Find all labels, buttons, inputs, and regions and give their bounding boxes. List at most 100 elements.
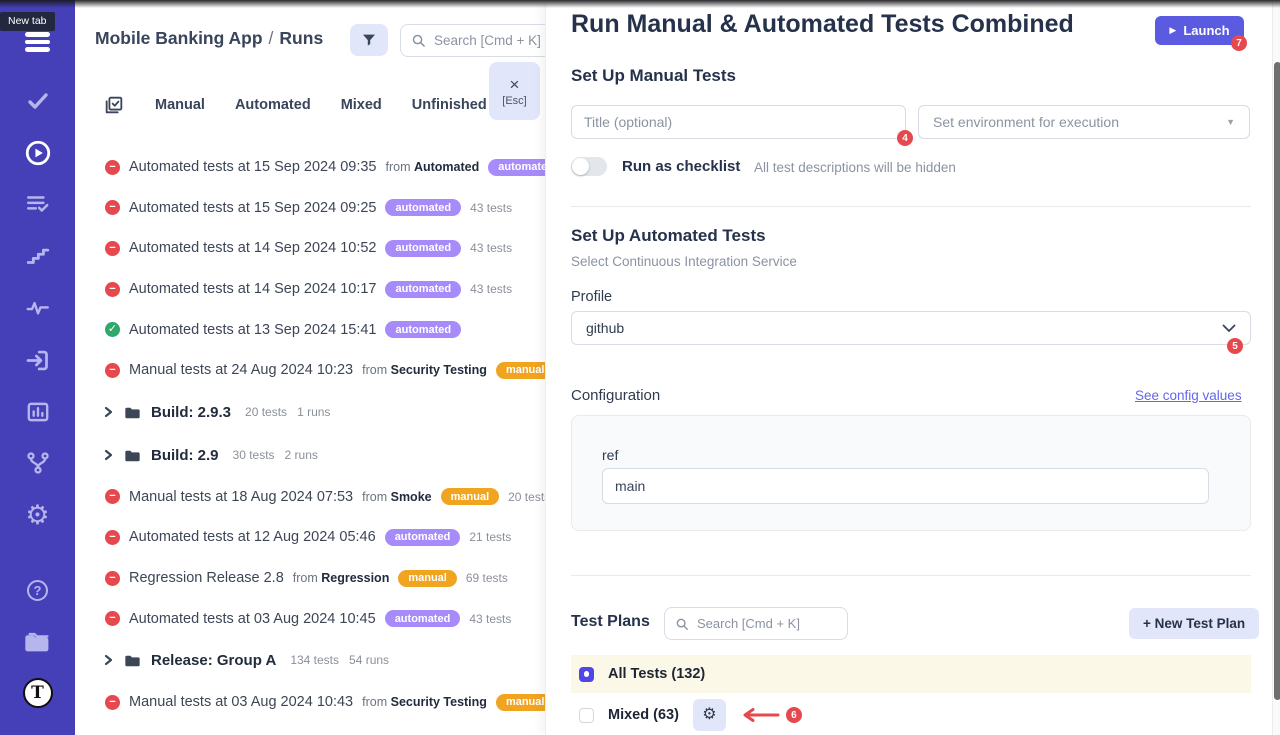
run-title: Manual tests at 03 Aug 2024 10:43 [129,694,353,710]
folder-runs-count: 2 runs [285,448,318,462]
new-tab-tooltip: New tab [0,12,55,31]
configuration-box: ref [571,415,1251,531]
folder-icon [124,653,141,668]
run-title: Automated tests at 03 Aug 2024 10:45 [129,611,376,627]
folder-tests-count: 134 tests [290,653,339,667]
branch-icon[interactable] [0,450,75,476]
run-tests-count: 43 tests [470,282,512,296]
run-title: Manual tests at 24 Aug 2024 10:23 [129,362,353,378]
run-title: Regression Release 2.8 [129,570,284,586]
folder-icon [124,448,141,463]
run-source: from Security Testing [362,695,487,709]
bar-chart-icon[interactable] [0,399,75,425]
run-status-icon: − [105,363,120,378]
gear-icon[interactable]: ⚙ [0,500,75,530]
run-title: Automated tests at 14 Sep 2024 10:17 [129,281,376,297]
test-plans-heading: Test Plans [571,613,650,631]
run-type-badge: automated [385,281,461,298]
tab-unfinished[interactable]: Unfinished [412,97,487,113]
run-source: from Automated [385,160,479,174]
breadcrumb[interactable]: Mobile Banking App /Runs [95,28,323,49]
breadcrumb-project[interactable]: Mobile Banking App [95,28,263,48]
page-scrollbar-thumb[interactable] [1274,62,1280,700]
run-status-icon: − [105,489,120,504]
runs-panel: Mobile Banking App /Runs Manual Automated… [75,0,550,735]
chevron-right-icon[interactable] [103,449,114,461]
test-plans-search-input[interactable] [697,616,827,631]
filter-button[interactable] [350,24,388,56]
run-title: Automated tests at 15 Sep 2024 09:25 [129,200,376,216]
pulse-icon[interactable] [0,296,75,320]
run-status-icon: − [105,160,120,175]
plan-row-all-tests[interactable]: All Tests (132) [571,655,1251,693]
environment-select[interactable]: Set environment for execution ▼ [918,105,1250,139]
all-tests-checkbox[interactable] [579,667,594,682]
run-title-input[interactable] [571,105,906,139]
tab-mixed[interactable]: Mixed [341,97,382,113]
close-icon: × [510,76,520,93]
run-tests-count: 21 tests [469,530,511,544]
folder-name: Release: Group A [151,652,276,669]
sign-in-icon[interactable] [0,347,75,373]
sidebar: New tab ⚙ ? T [0,0,75,735]
testomat-logo[interactable]: T [0,678,75,708]
filter-icon [361,32,377,48]
new-test-plan-button[interactable]: + New Test Plan [1129,608,1259,639]
runs-tabs: Manual Automated Mixed Unfinished [103,94,487,116]
step-badge-7: 7 [1231,35,1247,51]
close-panel-button[interactable]: × [Esc] [489,62,540,120]
run-status-icon: − [105,611,120,626]
divider [571,575,1251,576]
run-tests-count: 20 tests [508,490,550,504]
folder-icon[interactable] [0,627,75,655]
esc-hint: [Esc] [502,95,526,107]
breadcrumb-page: Runs [279,28,323,48]
chevron-right-icon[interactable] [103,406,114,418]
play-circle-icon[interactable] [0,139,75,167]
run-type-badge: automated [385,240,461,257]
launch-drawer: Run Manual & Automated Tests Combined ▶ … [545,0,1272,735]
run-status-icon: − [105,241,120,256]
run-type-badge: manual [398,570,457,587]
drawer-title: Run Manual & Automated Tests Combined [571,10,1074,39]
folder-tests-count: 20 tests [245,405,287,419]
checklist-toggle-hint: All test descriptions will be hidden [754,160,956,175]
step-badge-6: 6 [786,707,802,723]
ci-subtitle: Select Continuous Integration Service [571,254,797,269]
run-status-icon: − [105,530,120,545]
profile-value: github [586,320,624,336]
plan-settings-button[interactable]: ⚙ [693,699,726,731]
test-plans-search[interactable] [664,607,848,640]
see-config-link[interactable]: See config values [1135,388,1242,403]
run-tests-count: 69 tests [466,571,508,585]
checklist-icon[interactable] [103,94,125,116]
search-icon [675,617,689,631]
mixed-checkbox[interactable] [579,708,594,723]
manual-section-heading: Set Up Manual Tests [571,66,736,86]
chevron-right-icon[interactable] [103,654,114,666]
profile-select[interactable]: github [571,311,1251,345]
tab-automated[interactable]: Automated [235,97,311,113]
steps-icon[interactable] [0,244,75,268]
ref-label: ref [602,447,618,463]
checklist-toggle[interactable] [571,157,607,176]
run-type-badge: manual [441,488,500,505]
run-status-icon: − [105,282,120,297]
run-title: Automated tests at 14 Sep 2024 10:52 [129,240,376,256]
breadcrumb-separator: / [269,28,274,48]
environment-placeholder: Set environment for execution [933,114,1119,130]
list-check-icon[interactable] [0,192,75,216]
run-tests-count: 43 tests [470,201,512,215]
step-badge-4: 4 [897,130,913,146]
check-icon[interactable] [0,90,75,112]
step-badge-5: 5 [1227,338,1243,354]
page-scrollbar[interactable] [1272,0,1280,735]
folder-tests-count: 30 tests [233,448,275,462]
run-status-icon: − [105,695,120,710]
menu-icon[interactable] [0,29,75,55]
plan-row-mixed[interactable]: Mixed (63) ⚙ 6 [571,697,1251,733]
ref-input[interactable] [602,468,1209,504]
search-icon [411,33,426,48]
help-icon[interactable]: ? [0,579,75,601]
tab-manual[interactable]: Manual [155,97,205,113]
